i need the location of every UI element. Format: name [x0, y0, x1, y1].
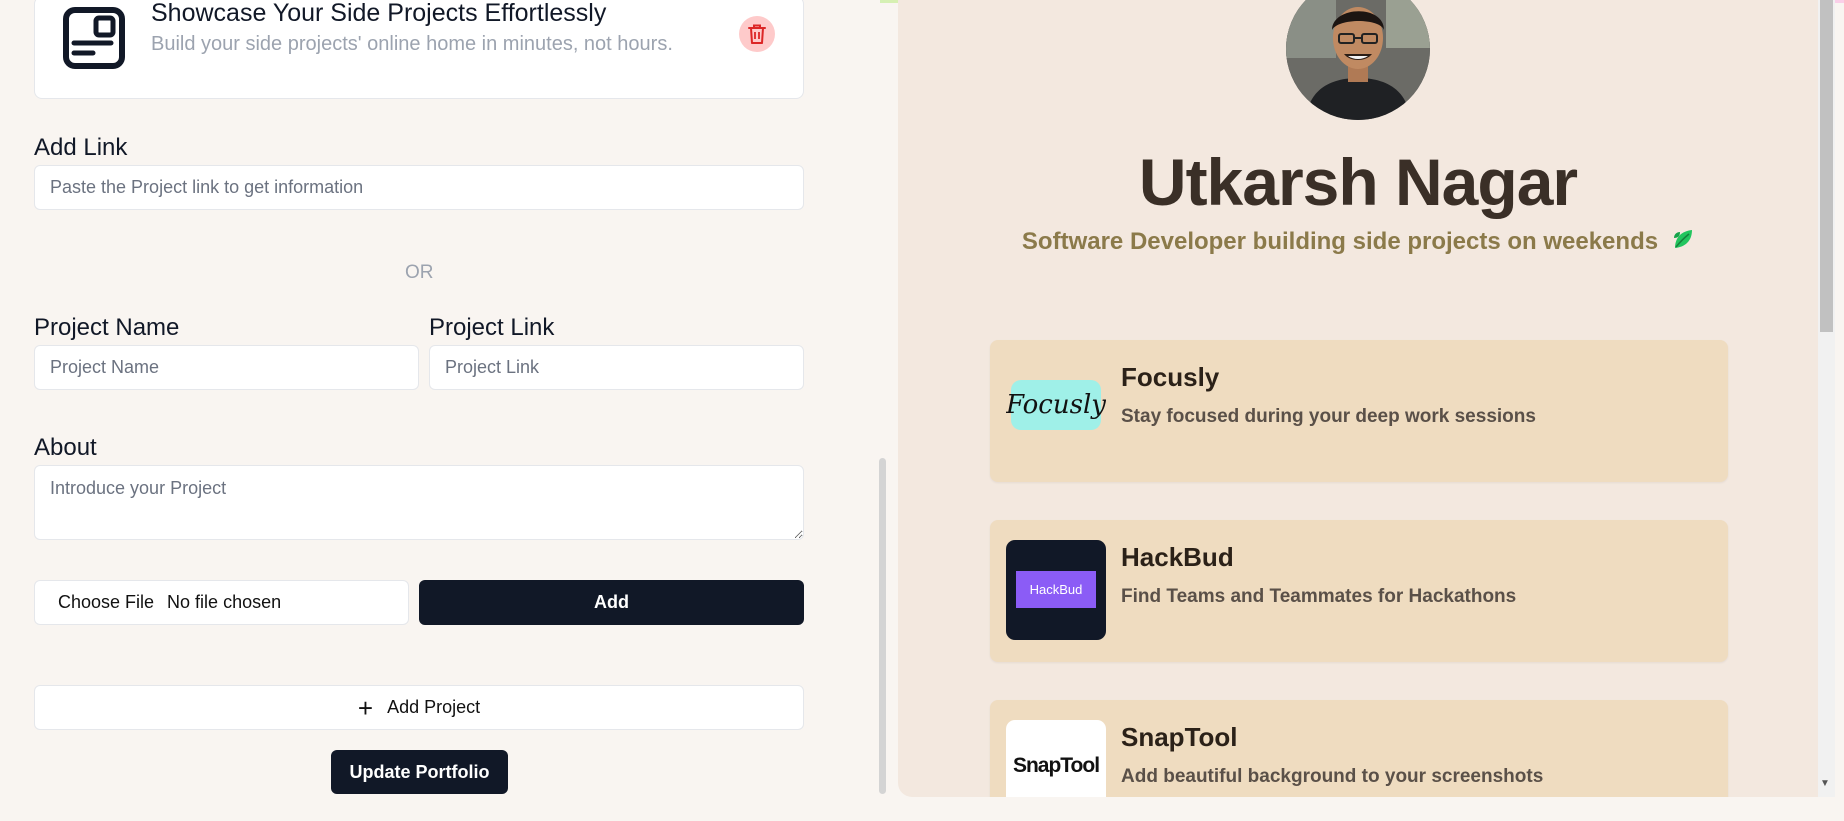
or-divider: OR — [405, 262, 434, 283]
leaf-icon — [1672, 228, 1694, 257]
project-description: Stay focused during your deep work sessi… — [1121, 406, 1536, 427]
project-card-hackbud[interactable]: HackBud HackBud Find Teams and Teammates… — [990, 520, 1728, 662]
project-card-snaptool[interactable]: SnapTool SnapTool Add beautiful backgrou… — [990, 700, 1728, 797]
project-card-title: Showcase Your Side Projects Effortlessly — [151, 0, 607, 27]
project-link-input[interactable] — [429, 345, 804, 390]
add-project-button[interactable]: + Add Project — [34, 685, 804, 730]
trash-icon — [748, 24, 766, 44]
project-card-subtitle: Build your side projects' online home in… — [151, 33, 673, 55]
focusly-logo-text: Focusly — [1006, 380, 1106, 430]
project-description: Find Teams and Teammates for Hackathons — [1121, 586, 1517, 607]
preview-scrollbar-thumb[interactable] — [1820, 0, 1833, 332]
project-name-input[interactable] — [34, 345, 419, 390]
project-name-label: Project Name — [34, 314, 180, 341]
hackbud-logo-text: HackBud — [1016, 571, 1096, 608]
preview-pane: Utkarsh Nagar Software Developer buildin… — [898, 0, 1818, 797]
project-description: Add beautiful background to your screens… — [1121, 766, 1544, 787]
snaptool-logo: SnapTool — [1006, 720, 1106, 797]
project-title: SnapTool — [1121, 722, 1238, 752]
scroll-down-arrow-icon[interactable]: ▼ — [1820, 778, 1830, 789]
profile-name: Utkarsh Nagar — [1138, 145, 1578, 219]
add-link-label: Add Link — [34, 134, 128, 161]
file-input[interactable]: Choose File No file chosen — [34, 580, 409, 625]
editor-scrollbar[interactable] — [879, 458, 886, 794]
avatar — [1286, 0, 1430, 120]
add-link-input[interactable] — [34, 165, 804, 210]
add-project-label: Add Project — [387, 697, 481, 717]
delete-project-button[interactable] — [739, 16, 775, 52]
update-portfolio-button[interactable]: Update Portfolio — [331, 750, 508, 794]
hackbud-logo: HackBud — [1006, 540, 1106, 640]
project-title: HackBud — [1121, 542, 1234, 572]
profile-tagline: Software Developer building side project… — [898, 228, 1818, 257]
add-button[interactable]: Add — [419, 580, 804, 625]
editor-pane: Showcase Your Side Projects Effortlessly… — [0, 0, 886, 821]
about-label: About — [34, 434, 97, 461]
project-card-focusly[interactable]: Focusly Focusly Stay focused during your… — [990, 340, 1728, 482]
choose-file-button[interactable]: Choose File — [58, 592, 154, 613]
snaptool-logo-text: SnapTool — [1012, 754, 1100, 777]
project-title: Focusly — [1121, 362, 1220, 392]
plus-icon: + — [357, 692, 374, 723]
focusly-logo: Focusly — [1006, 360, 1106, 460]
about-textarea[interactable] — [34, 465, 804, 540]
file-status-text: No file chosen — [167, 592, 282, 612]
project-link-label: Project Link — [429, 314, 555, 341]
profile-tagline-text: Software Developer building side project… — [1021, 228, 1659, 255]
card-layout-icon — [63, 7, 125, 69]
project-card: Showcase Your Side Projects Effortlessly… — [34, 0, 804, 99]
